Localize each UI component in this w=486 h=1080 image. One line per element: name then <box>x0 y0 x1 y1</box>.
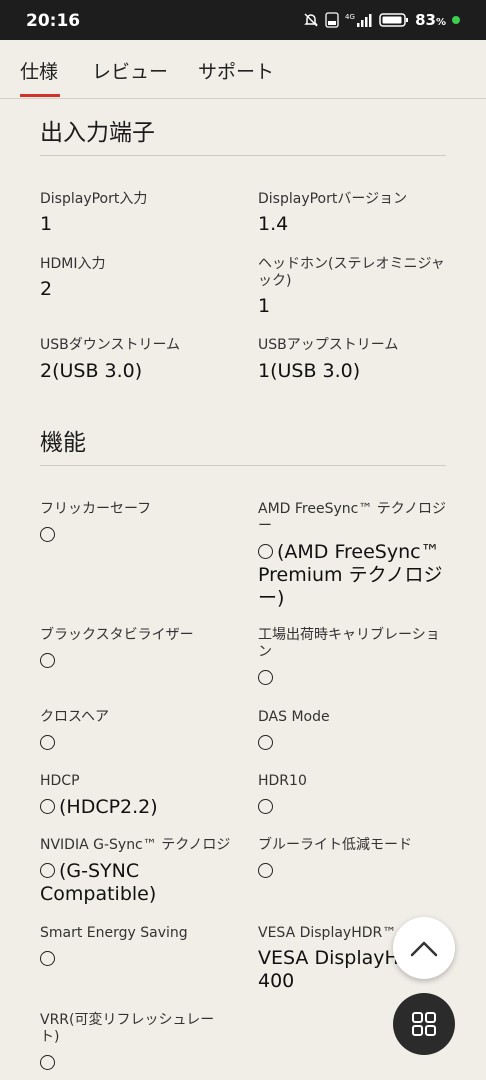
chevron-up-icon <box>410 941 438 957</box>
tab-specs[interactable]: 仕様 <box>20 57 58 84</box>
active-tab-indicator <box>20 94 60 97</box>
status-icons: 4G 83% <box>303 10 460 30</box>
volte-icon <box>325 12 339 28</box>
spec-label-factory-calibration: 工場出荷時キャリブレーション <box>258 627 440 660</box>
battery-value: 83 <box>415 11 436 29</box>
section-divider <box>40 465 446 466</box>
spec-label-headphone: ヘッドホン(ステレオミニジャック) <box>258 256 445 289</box>
status-time: 20:16 <box>26 11 81 31</box>
supported-circle-icon <box>258 670 273 685</box>
spec-label-dp-version: DisplayPortバージョン <box>258 191 408 207</box>
spec-label-black-stabilizer: ブラックスタビライザー <box>40 627 194 643</box>
signal-icon: 4G <box>345 13 372 27</box>
supported-circle-icon <box>258 735 273 750</box>
tab-bar: 仕様 レビュー サポート <box>0 40 486 99</box>
spec-label-das-mode: DAS Mode <box>258 709 330 725</box>
spec-value-hdmi: 2 <box>40 278 53 300</box>
spec-value-freesync: (AMD FreeSync™ Premium テクノロジー) <box>258 541 443 609</box>
tab-support[interactable]: サポート <box>198 57 274 84</box>
status-bar: 20:16 4G 83% <box>0 0 486 40</box>
menu-grid-button[interactable] <box>393 993 455 1055</box>
spec-label-dp-input: DisplayPort入力 <box>40 191 148 207</box>
spec-label-usb-up: USBアップストリーム <box>258 337 399 353</box>
spec-label-usb-down: USBダウンストリーム <box>40 337 181 353</box>
tab-reviews[interactable]: レビュー <box>92 57 168 84</box>
battery-icon <box>379 13 409 27</box>
spec-label-blue-light: ブルーライト低減モード <box>258 837 412 853</box>
spec-value-usb-up: 1(USB 3.0) <box>258 360 361 382</box>
grid-icon <box>412 1012 436 1036</box>
spec-label-hdmi: HDMI入力 <box>40 256 106 272</box>
spec-label-crosshair: クロスヘア <box>40 709 110 725</box>
privacy-dot <box>452 16 460 24</box>
svg-text:4G: 4G <box>345 13 355 21</box>
spec-value-dp-version: 1.4 <box>258 213 289 235</box>
mute-bell-icon <box>304 13 318 27</box>
spec-label-freesync: AMD FreeSync™ テクノロジー <box>258 501 446 534</box>
supported-circle-icon <box>40 1055 55 1070</box>
supported-circle-icon <box>40 527 55 542</box>
spec-label-flicker-safe: フリッカーセーフ <box>40 501 152 517</box>
supported-circle-icon <box>40 799 55 814</box>
section-title-ports: 出入力端子 <box>40 120 155 146</box>
spec-label-vrr: VRR(可変リフレッシュレート) <box>40 1012 215 1045</box>
supported-circle-icon <box>40 735 55 750</box>
spec-value-hdcp: (HDCP2.2) <box>59 796 158 818</box>
spec-value-gsync: (G-SYNC Compatible) <box>40 860 157 905</box>
spec-label-gsync: NVIDIA G-Sync™ テクノロジ <box>40 837 231 853</box>
spec-label-hdcp: HDCP <box>40 773 80 789</box>
spec-value-usb-down: 2(USB 3.0) <box>40 360 143 382</box>
spec-value-headphone: 1 <box>258 295 271 317</box>
supported-circle-icon <box>40 951 55 966</box>
battery-percent: 83% <box>415 11 446 29</box>
spec-value-dp-input: 1 <box>40 213 53 235</box>
supported-circle-icon <box>258 863 273 878</box>
section-divider <box>40 155 446 156</box>
supported-circle-icon <box>258 799 273 814</box>
supported-circle-icon <box>40 653 55 668</box>
section-title-features: 機能 <box>40 430 86 456</box>
spec-label-hdr10: HDR10 <box>258 773 307 789</box>
spec-label-smart-energy-saving: Smart Energy Saving <box>40 925 188 941</box>
scroll-to-top-button[interactable] <box>393 917 455 979</box>
